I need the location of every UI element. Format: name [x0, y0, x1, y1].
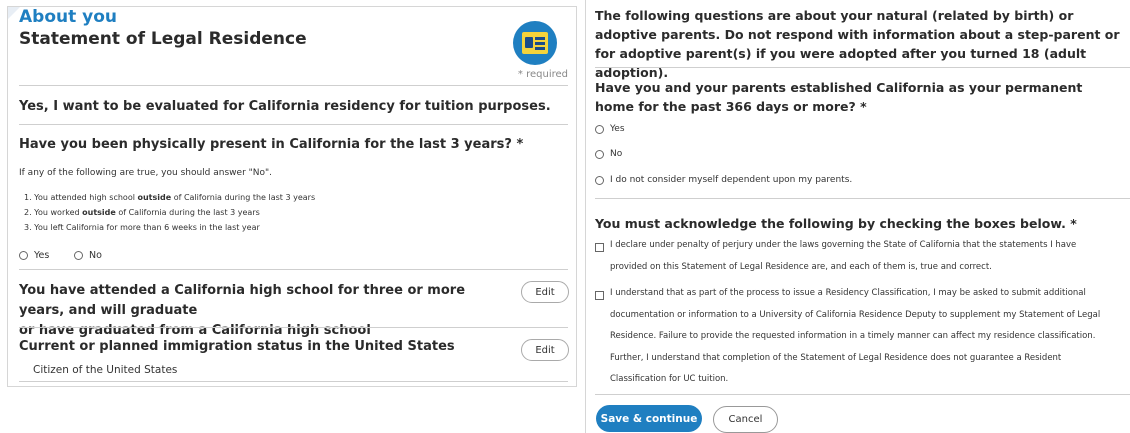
list-item: 2. You worked outside of California duri… — [24, 208, 260, 217]
radio-circle-icon[interactable] — [595, 124, 604, 134]
radio-label: Yes — [34, 250, 50, 261]
divider — [595, 394, 1130, 395]
checkbox[interactable] — [595, 291, 604, 300]
immigration-answer: Citizen of the United States — [33, 364, 178, 376]
radio-label: I do not consider myself dependent upon … — [610, 175, 853, 185]
divider — [19, 124, 568, 125]
radio-circle-icon[interactable] — [595, 149, 604, 159]
radio-circle-icon[interactable] — [74, 251, 83, 260]
question-high-school: You have attended a California high scho… — [19, 283, 466, 338]
question-parents-home: Have you and your parents established Ca… — [595, 80, 1083, 114]
radio-not-dependent[interactable]: I do not consider myself dependent upon … — [595, 175, 852, 185]
acknowledge-documentation-text: I understand that as part of the process… — [610, 288, 1101, 384]
list-item: 3. You left California for more than 6 w… — [24, 223, 260, 232]
evaluate-residency-text: Yes, I want to be evaluated for Californ… — [19, 99, 551, 114]
required-note: * required — [517, 69, 568, 80]
question-physical-presence: Have you been physically present in Cali… — [19, 137, 524, 152]
radio-parents-yes[interactable]: Yes — [595, 124, 625, 134]
divider — [19, 269, 568, 270]
divider — [595, 198, 1130, 199]
radio-label: No — [610, 149, 623, 159]
criteria-list: 1. You attended high school outside of C… — [24, 190, 315, 235]
radio-yes-presence[interactable]: Yes — [19, 250, 49, 261]
radio-parents-no[interactable]: No — [595, 149, 622, 159]
acknowledge-perjury-checkbox-row[interactable]: I declare under penalty of perjury under… — [595, 240, 1110, 278]
section-title: About you — [19, 7, 118, 27]
edit-high-school-button[interactable]: Edit — [521, 281, 569, 303]
radio-label: Yes — [610, 124, 625, 134]
acknowledge-perjury-text: I declare under penalty of perjury under… — [610, 240, 1077, 272]
radio-circle-icon[interactable] — [595, 175, 604, 185]
acknowledge-documentation-checkbox-row[interactable]: I understand that as part of the process… — [595, 288, 1110, 391]
radio-no-presence[interactable]: No — [74, 250, 102, 261]
question-hint: If any of the following are true, you sh… — [19, 168, 273, 178]
parents-questions-panel: The following questions are about your n… — [585, 0, 1130, 433]
page-title: Statement of Legal Residence — [19, 29, 307, 49]
form-summary-panel: About you Statement of Legal Residence *… — [7, 6, 577, 387]
divider — [19, 85, 568, 86]
radio-circle-icon[interactable] — [19, 251, 28, 260]
radio-label: No — [89, 250, 102, 261]
id-card-icon — [513, 21, 557, 65]
divider — [19, 327, 568, 328]
acknowledge-title: You must acknowledge the following by ch… — [595, 216, 1077, 231]
divider — [595, 67, 1130, 68]
checkbox[interactable] — [595, 243, 604, 252]
question-immigration-status: Current or planned immigration status in… — [19, 339, 455, 354]
list-item: 1. You attended high school outside of C… — [24, 193, 316, 202]
cancel-button[interactable]: Cancel — [713, 406, 778, 433]
parents-intro-text: The following questions are about your n… — [595, 8, 1120, 80]
save-continue-button[interactable]: Save & continue — [596, 405, 702, 432]
edit-immigration-button[interactable]: Edit — [521, 339, 569, 361]
divider — [19, 381, 568, 382]
